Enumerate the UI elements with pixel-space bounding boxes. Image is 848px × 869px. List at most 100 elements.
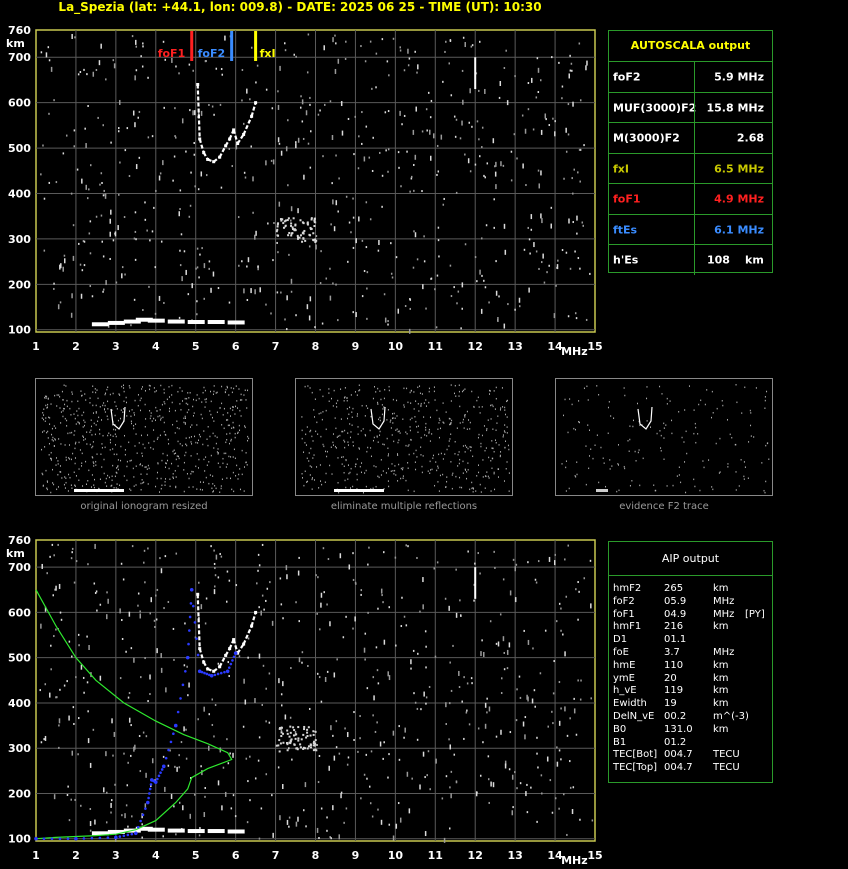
thumb-noise <box>187 403 189 406</box>
noise-dot <box>105 751 107 757</box>
noise-dot <box>179 208 181 211</box>
noise-dot <box>101 181 103 184</box>
thumb-noise <box>684 409 686 411</box>
noise-dot <box>128 717 131 723</box>
true-height-point <box>148 792 151 795</box>
thumb-noise <box>78 468 80 470</box>
noise-dot <box>383 293 386 296</box>
x-tick-label: 6 <box>232 340 240 353</box>
noise-dot <box>189 813 191 819</box>
noise-dot <box>156 648 158 654</box>
thumb-noise <box>75 423 77 425</box>
noise-dot <box>121 273 123 279</box>
thumb-noise <box>341 463 343 465</box>
thumb-noise <box>721 400 723 402</box>
thumb-noise <box>352 407 354 410</box>
noise-dot <box>505 49 507 52</box>
thumb-noise <box>438 422 440 424</box>
echo-dot <box>302 733 305 736</box>
thumb-noise <box>105 392 107 395</box>
true-height-point <box>188 615 192 619</box>
noise-dot <box>254 698 256 704</box>
thumb-noise <box>226 385 228 388</box>
noise-dot <box>538 183 541 189</box>
noise-dot <box>211 723 214 726</box>
echo-dot <box>275 744 278 747</box>
true-height-point <box>184 669 187 673</box>
aip-row-fof2: foF2 05.9 MHz <box>609 595 772 608</box>
noise-dot <box>271 107 274 110</box>
noise-dot <box>423 691 425 697</box>
thumb-noise <box>370 415 372 418</box>
thumb-noise <box>390 427 392 429</box>
thumb-noise <box>92 412 94 414</box>
noise-dot <box>438 255 440 258</box>
thumb-noise <box>47 403 49 406</box>
thumb-noise <box>434 484 436 487</box>
true-height-point <box>213 673 217 677</box>
noise-dot <box>83 240 86 243</box>
noise-dot <box>406 150 408 153</box>
thumb-noise <box>352 444 354 447</box>
noise-dot <box>425 696 428 699</box>
thumb-noise <box>113 428 115 431</box>
noise-dot <box>579 818 581 821</box>
thumb-noise <box>415 449 417 452</box>
noise-dot <box>160 667 163 673</box>
thumb-noise <box>381 404 383 406</box>
noise-dot <box>180 741 183 744</box>
thumb-noise <box>392 417 394 419</box>
thumb-noise <box>183 421 185 424</box>
noise-dot <box>208 713 211 716</box>
noise-dot <box>190 171 192 174</box>
thumb-noise <box>228 424 230 427</box>
thumb-noise <box>195 465 197 468</box>
noise-dot <box>443 197 445 200</box>
noise-dot <box>290 290 293 293</box>
autoscala-value: 2.68 <box>736 131 764 145</box>
noise-dot <box>119 161 121 164</box>
thumb-noise <box>708 459 710 461</box>
thumb-noise <box>565 490 567 492</box>
noise-dot <box>473 599 475 602</box>
true-height-point <box>106 836 110 839</box>
thumb-noise <box>325 472 327 475</box>
thumb-noise <box>478 433 480 436</box>
noise-dot <box>579 180 581 183</box>
thumb-noise <box>391 434 393 436</box>
thumb-noise <box>137 404 139 407</box>
true-height-point <box>144 807 147 810</box>
noise-dot <box>95 215 98 218</box>
noise-dot <box>137 116 139 119</box>
thumb-noise <box>235 385 237 387</box>
thumb-noise <box>706 389 708 391</box>
thumb-noise <box>450 400 452 402</box>
thumb-noise <box>454 440 456 443</box>
thumb-noise <box>605 485 607 488</box>
noise-dot <box>172 179 174 182</box>
thumb-noise <box>378 418 380 421</box>
thumb-noise <box>480 491 482 493</box>
noise-dot <box>412 129 415 135</box>
noise-dot <box>198 834 201 837</box>
noise-dot <box>317 576 319 579</box>
thumb-noise <box>429 416 431 419</box>
thumb-noise <box>731 436 733 439</box>
noise-dot <box>315 244 317 250</box>
thumb-noise <box>191 443 193 445</box>
echo-dot <box>303 229 306 232</box>
thumb-noise <box>80 390 82 392</box>
noise-dot <box>567 103 570 106</box>
thumb-noise <box>177 390 179 393</box>
noise-dot <box>48 112 50 115</box>
thumb-noise <box>712 488 714 491</box>
thumb-noise <box>141 388 143 390</box>
thumb-noise <box>478 406 480 408</box>
thumb-noise <box>313 409 315 411</box>
thumb-noise <box>618 489 620 492</box>
thumb-noise <box>207 426 209 428</box>
noise-dot <box>124 273 126 276</box>
thumb-noise <box>221 402 223 405</box>
thumb-noise <box>671 432 673 435</box>
noise-dot <box>462 36 465 39</box>
